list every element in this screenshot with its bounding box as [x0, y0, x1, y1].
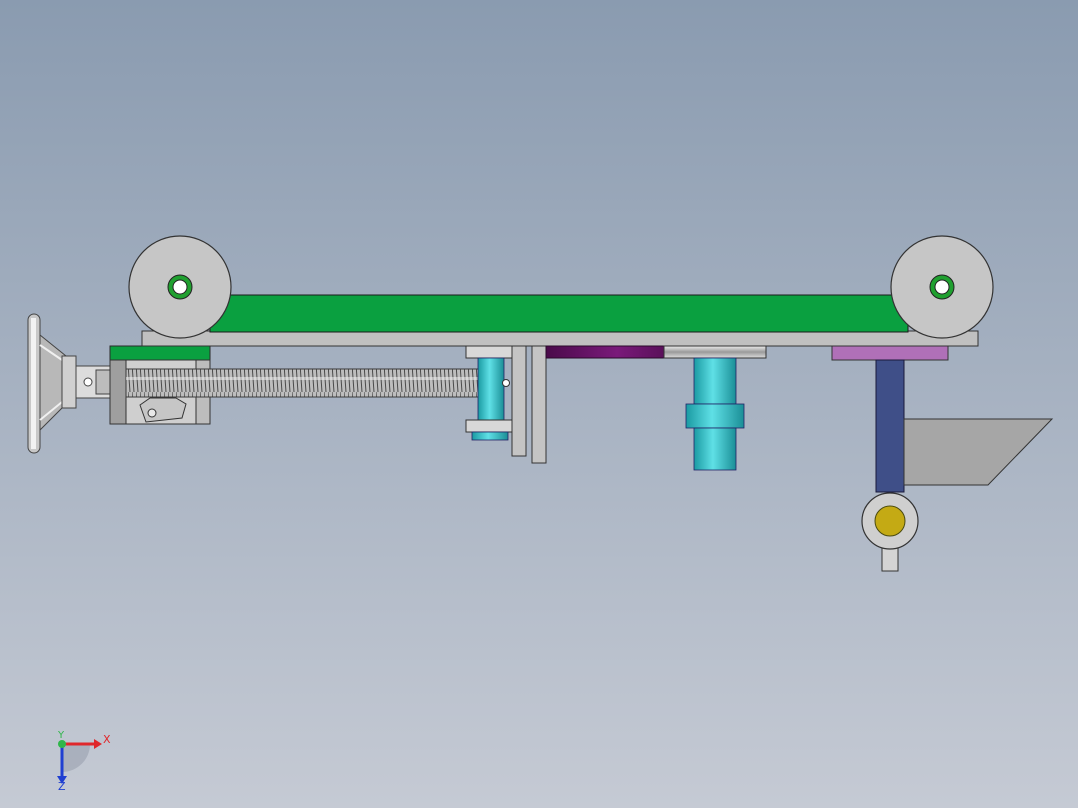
z-axis-label: Z: [58, 780, 66, 793]
left-pulley-axle-icon: [172, 279, 188, 295]
purple-block: [545, 345, 665, 359]
handwheel-hub-icon: [83, 377, 93, 387]
graphics-viewport[interactable]: X Y Z: [0, 0, 1078, 808]
navy-column: [875, 359, 905, 493]
vertical-plate-left: [511, 345, 527, 457]
model-view[interactable]: X Y Z: [0, 0, 1078, 808]
lilac-block: [831, 345, 949, 361]
y-axis-label: Y: [57, 730, 65, 741]
left-pulley: [128, 235, 232, 339]
conveyor-belt: [209, 294, 909, 333]
bottom-roller-core-icon: [874, 505, 906, 537]
x-axis-label: X: [103, 733, 111, 746]
vertical-plate-right: [531, 345, 547, 464]
frame-plate: [141, 330, 979, 347]
right-pulley: [890, 235, 994, 339]
right-pulley-axle-icon: [934, 279, 950, 295]
lead-screw: [125, 368, 481, 398]
y-axis-dot-icon: [58, 740, 66, 748]
